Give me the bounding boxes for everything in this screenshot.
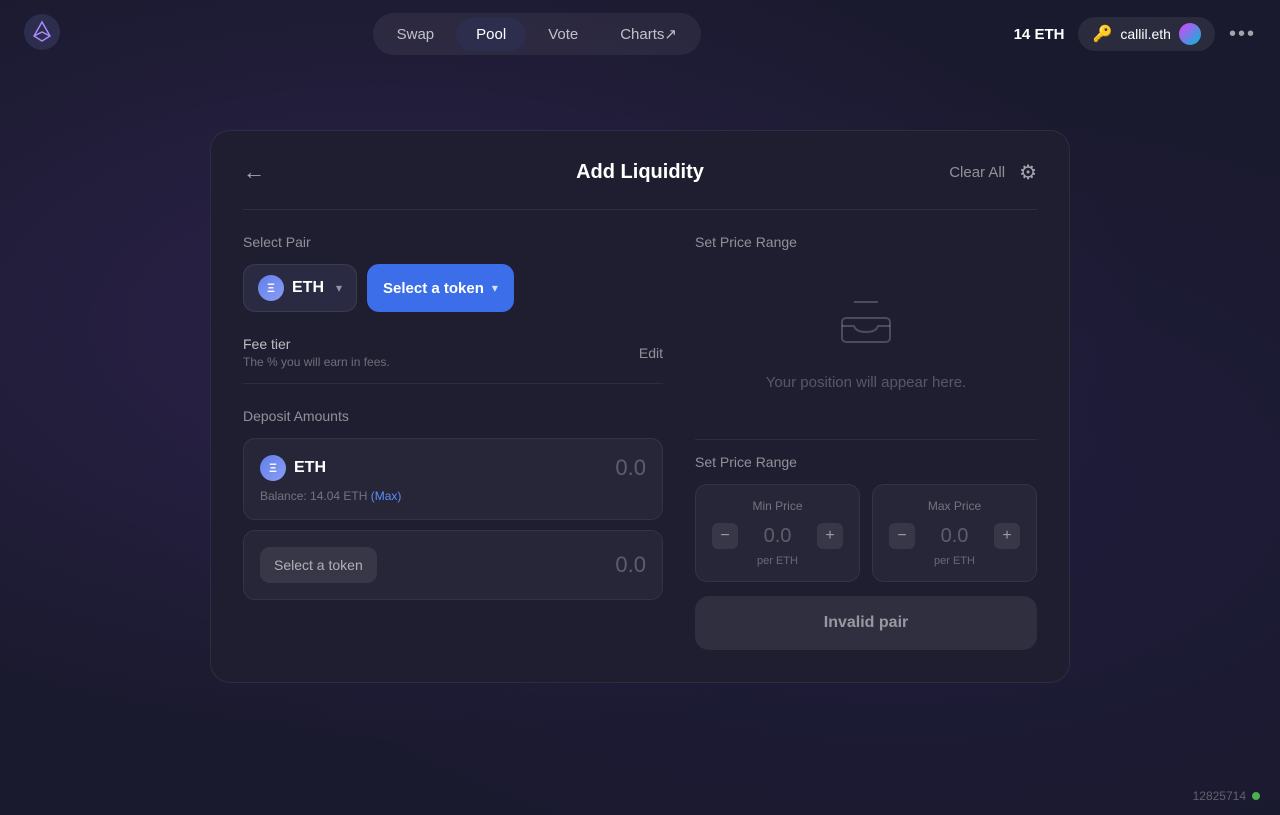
- position-placeholder-text: Your position will appear here.: [766, 374, 966, 391]
- token1-chevron-icon: ▾: [336, 281, 342, 295]
- fee-tier-info: Fee tier The % you will earn in fees.: [243, 336, 390, 369]
- invalid-pair-button: Invalid pair: [695, 596, 1037, 650]
- block-status-dot: [1252, 792, 1260, 800]
- token1-name: ETH: [292, 279, 324, 297]
- right-column: Set Price Range Your position will appea…: [695, 234, 1037, 650]
- navbar: Swap Pool Vote Charts↗ 14 ETH 🔑 callil.e…: [0, 0, 1280, 68]
- token2-deposit-section: Select a token 0.0: [243, 530, 663, 600]
- card-actions: Clear All ⚙: [949, 160, 1037, 185]
- fee-tier-header: Fee tier The % you will earn in fees. Ed…: [243, 336, 663, 384]
- card-header: ← Add Liquidity Clear All ⚙: [243, 159, 1037, 185]
- nav-right: 14 ETH 🔑 callil.eth •••: [1014, 17, 1256, 51]
- more-button[interactable]: •••: [1229, 23, 1256, 46]
- back-button[interactable]: ←: [243, 159, 265, 185]
- page-title: Add Liquidity: [576, 161, 704, 184]
- tab-charts[interactable]: Charts↗: [600, 17, 697, 51]
- max-price-box: Max Price − 0.0 + per ETH: [872, 484, 1037, 582]
- clear-all-button[interactable]: Clear All: [949, 164, 1005, 181]
- left-column: Select Pair Ξ ETH ▾ Select a token ▾: [243, 234, 663, 650]
- eth-balance-text: Balance: 14.04 ETH: [260, 489, 367, 503]
- divider: [243, 209, 1037, 210]
- min-price-row: − 0.0 +: [712, 523, 843, 549]
- max-price-decrease-button[interactable]: −: [889, 523, 915, 549]
- min-price-box: Min Price − 0.0 + per ETH: [695, 484, 860, 582]
- set-price-range-bottom-label: Set Price Range: [695, 439, 1037, 470]
- max-price-row: − 0.0 +: [889, 523, 1020, 549]
- deposit-label: Deposit Amounts: [243, 408, 663, 424]
- min-price-label: Min Price: [712, 499, 843, 513]
- select-token2-label: Select a token: [383, 280, 484, 297]
- max-price-label: Max Price: [889, 499, 1020, 513]
- block-number: 12825714: [1193, 789, 1260, 803]
- tab-pool[interactable]: Pool: [456, 18, 526, 51]
- eth-deposit-icon: Ξ: [260, 455, 286, 481]
- price-range-section: Set Price Range Min Price − 0.0 + per ET…: [695, 439, 1037, 650]
- select-token2-chevron-icon: ▾: [492, 281, 498, 295]
- fee-tier-desc: The % you will earn in fees.: [243, 355, 390, 369]
- min-price-decrease-button[interactable]: −: [712, 523, 738, 549]
- logo[interactable]: [24, 14, 60, 55]
- eth-icon: Ξ: [258, 275, 284, 301]
- max-price-unit: per ETH: [889, 555, 1020, 567]
- wallet-info[interactable]: 🔑 callil.eth: [1078, 17, 1215, 51]
- eth-deposit-input: Ξ ETH 0.0 Balance: 14.04 ETH (Max): [243, 438, 663, 520]
- eth-balance-row: Balance: 14.04 ETH (Max): [260, 489, 646, 503]
- fee-tier-title: Fee tier: [243, 336, 390, 352]
- set-price-range-top-label: Set Price Range: [695, 234, 1037, 250]
- token2-deposit-amount[interactable]: 0.0: [615, 552, 646, 578]
- eth-token-info: Ξ ETH: [260, 455, 326, 481]
- eth-deposit-name: ETH: [294, 459, 326, 477]
- eth-input-top: Ξ ETH 0.0: [260, 455, 646, 481]
- position-placeholder: Your position will appear here.: [695, 266, 1037, 423]
- select-token2-deposit-button[interactable]: Select a token: [260, 547, 377, 583]
- fee-tier-edit-button[interactable]: Edit: [639, 345, 663, 361]
- tab-swap[interactable]: Swap: [377, 18, 455, 51]
- inbox-icon: [838, 298, 894, 358]
- max-price-increase-button[interactable]: +: [994, 523, 1020, 549]
- eth-max-link[interactable]: (Max): [371, 489, 402, 503]
- wallet-name: callil.eth: [1120, 26, 1171, 42]
- pair-selectors: Ξ ETH ▾ Select a token ▾: [243, 264, 663, 312]
- fee-tier-section: Fee tier The % you will earn in fees. Ed…: [243, 336, 663, 384]
- wallet-avatar: [1179, 23, 1201, 45]
- price-inputs: Min Price − 0.0 + per ETH Max Price −: [695, 484, 1037, 582]
- tab-vote[interactable]: Vote: [528, 18, 598, 51]
- block-number-text: 12825714: [1193, 789, 1246, 803]
- eth-balance: 14 ETH: [1014, 26, 1065, 43]
- settings-button[interactable]: ⚙: [1019, 160, 1037, 185]
- token1-select[interactable]: Ξ ETH ▾: [243, 264, 357, 312]
- min-price-unit: per ETH: [712, 555, 843, 567]
- wallet-emoji: 🔑: [1092, 24, 1112, 44]
- min-price-increase-button[interactable]: +: [817, 523, 843, 549]
- max-price-value[interactable]: 0.0: [941, 525, 969, 548]
- eth-deposit-amount[interactable]: 0.0: [615, 455, 646, 481]
- select-pair-label: Select Pair: [243, 234, 663, 250]
- min-price-value[interactable]: 0.0: [764, 525, 792, 548]
- add-liquidity-card: ← Add Liquidity Clear All ⚙ Select Pair …: [210, 130, 1070, 683]
- nav-tabs: Swap Pool Vote Charts↗: [373, 13, 701, 55]
- card-body: Select Pair Ξ ETH ▾ Select a token ▾: [243, 234, 1037, 650]
- select-token2-button[interactable]: Select a token ▾: [367, 264, 514, 312]
